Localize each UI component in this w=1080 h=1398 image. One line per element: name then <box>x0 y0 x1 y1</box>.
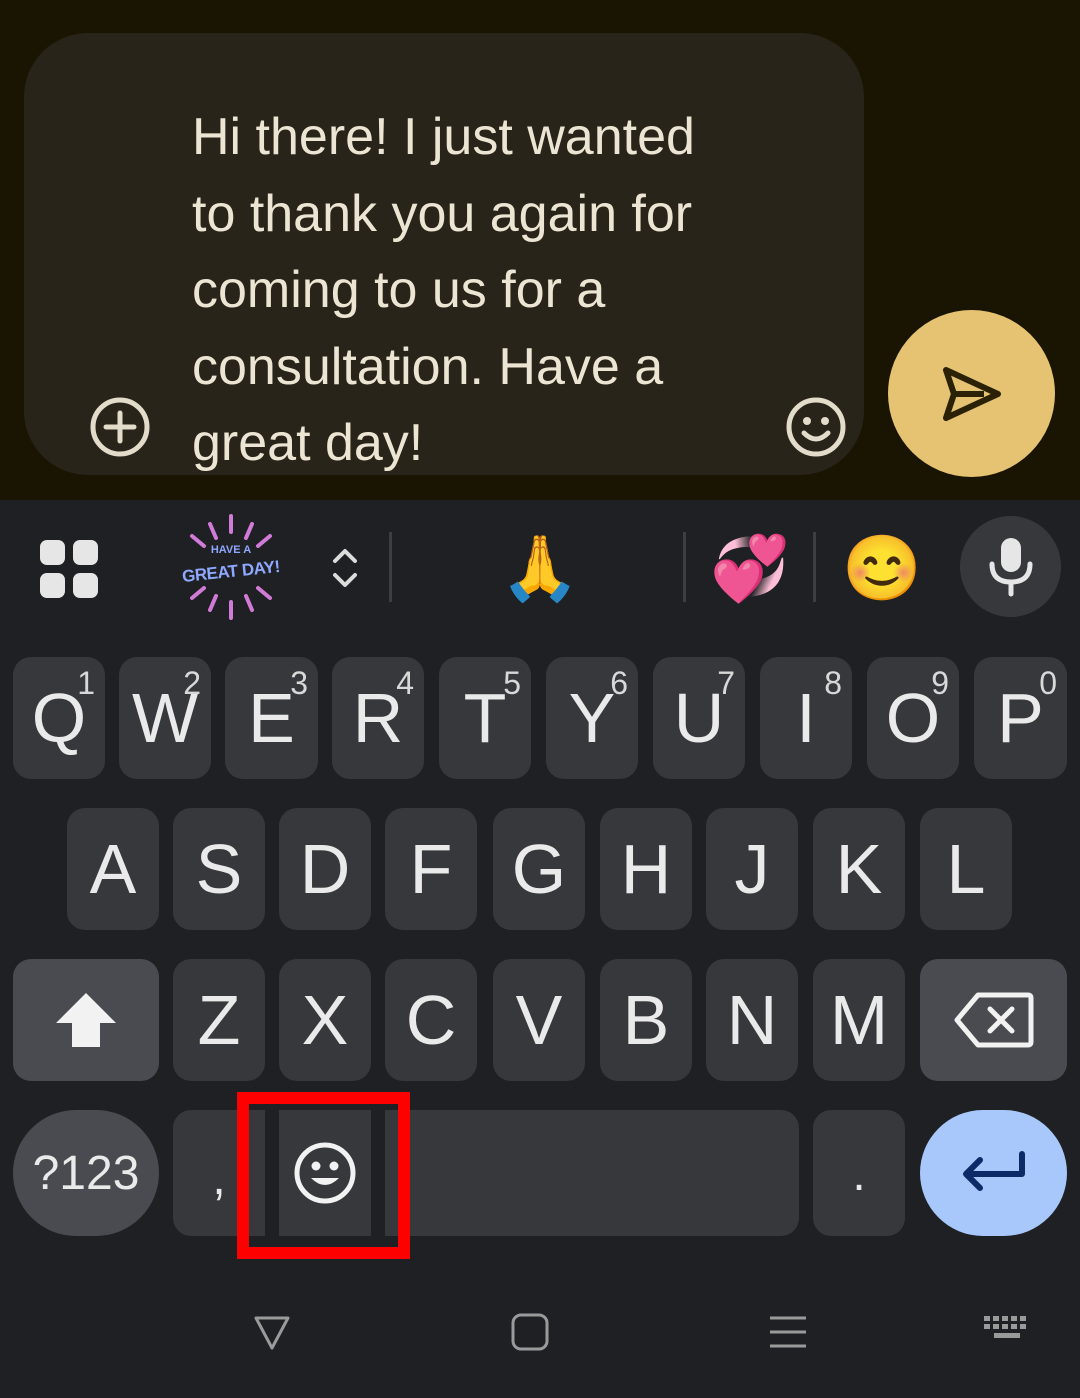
compose-area: Hi there! I just wanted to thank you aga… <box>0 0 1080 500</box>
apps-grid-icon[interactable] <box>38 538 100 605</box>
key-hint: 0 <box>1039 665 1057 701</box>
backspace-key[interactable] <box>920 959 1067 1081</box>
key-w[interactable]: W2 <box>119 657 211 779</box>
key-label: Y <box>568 679 616 757</box>
key-label: T <box>463 679 507 757</box>
symbols-key[interactable]: ?123 <box>13 1110 159 1236</box>
send-button[interactable] <box>888 310 1055 477</box>
key-hint: 7 <box>717 665 735 701</box>
highlight-annotation <box>237 1092 410 1259</box>
key-v[interactable]: V <box>493 959 585 1081</box>
back-icon[interactable] <box>252 1312 292 1357</box>
key-p[interactable]: P0 <box>974 657 1067 779</box>
toolbar-divider <box>813 532 816 602</box>
key-hint: 6 <box>610 665 628 701</box>
key-k[interactable]: K <box>813 808 905 930</box>
toolbar-divider <box>389 532 392 602</box>
key-j[interactable]: J <box>706 808 798 930</box>
emoji-suggestion-folded-hands[interactable]: 🙏 <box>500 530 580 606</box>
key-m[interactable]: M <box>813 959 905 1081</box>
key-d[interactable]: D <box>279 808 371 930</box>
space-bar[interactable] <box>385 1110 799 1236</box>
key-r[interactable]: R4 <box>332 657 424 779</box>
key-a[interactable]: A <box>67 808 159 930</box>
enter-key[interactable] <box>920 1110 1067 1236</box>
home-icon[interactable] <box>510 1312 550 1357</box>
key-c[interactable]: C <box>385 959 477 1081</box>
key-label: P <box>997 679 1044 757</box>
key-hint: 3 <box>290 665 308 701</box>
key-hint: 8 <box>824 665 842 701</box>
key-h[interactable]: H <box>600 808 692 930</box>
key-e[interactable]: E3 <box>225 657 318 779</box>
key-z[interactable]: Z <box>173 959 265 1081</box>
key-u[interactable]: U7 <box>653 657 745 779</box>
microphone-icon <box>989 538 1033 597</box>
toolbar-divider <box>683 532 686 602</box>
key-label: E <box>248 679 295 757</box>
emoji-suggestion-hearts[interactable]: 💞 <box>710 530 790 606</box>
key-t[interactable]: T5 <box>439 657 531 779</box>
recents-icon[interactable] <box>768 1312 808 1357</box>
shift-icon <box>56 993 116 1047</box>
message-input-bubble[interactable]: Hi there! I just wanted to thank you aga… <box>24 33 864 475</box>
key-o[interactable]: O9 <box>867 657 959 779</box>
key-x[interactable]: X <box>279 959 371 1081</box>
emoji-suggestion-smile[interactable]: 😊 <box>842 530 922 606</box>
key-f[interactable]: F <box>385 808 477 930</box>
keyboard: HAVE A GREAT DAY! 🙏 💞 😊 Q1 W2 E3 R4 T5 Y… <box>0 500 1080 1398</box>
key-i[interactable]: I8 <box>760 657 852 779</box>
key-n[interactable]: N <box>706 959 798 1081</box>
sticker-suggestion[interactable]: HAVE A GREAT DAY! <box>176 514 286 622</box>
key-hint: 4 <box>396 665 414 701</box>
key-s[interactable]: S <box>173 808 265 930</box>
key-b[interactable]: B <box>600 959 692 1081</box>
key-hint: 1 <box>77 665 95 701</box>
shift-key[interactable] <box>13 959 159 1081</box>
key-hint: 9 <box>931 665 949 701</box>
key-y[interactable]: Y6 <box>546 657 638 779</box>
key-g[interactable]: G <box>493 808 585 930</box>
message-text[interactable]: Hi there! I just wanted to thank you aga… <box>192 99 752 482</box>
send-icon <box>943 367 1001 421</box>
keyboard-switch-icon[interactable] <box>982 1314 1032 1351</box>
key-hint: 5 <box>503 665 521 701</box>
microphone-button[interactable] <box>960 516 1061 617</box>
emoji-smile-icon[interactable] <box>784 395 848 459</box>
enter-icon <box>962 1151 1025 1191</box>
add-circle-icon[interactable] <box>88 395 152 459</box>
key-hint: 2 <box>183 665 201 701</box>
key-label: I <box>796 679 816 757</box>
sticker-text-top: HAVE A <box>210 544 252 556</box>
key-l[interactable]: L <box>920 808 1012 930</box>
expand-collapse-icon[interactable] <box>330 544 360 597</box>
key-q[interactable]: Q1 <box>13 657 105 779</box>
period-key[interactable]: . <box>813 1110 905 1236</box>
backspace-icon <box>954 992 1033 1048</box>
